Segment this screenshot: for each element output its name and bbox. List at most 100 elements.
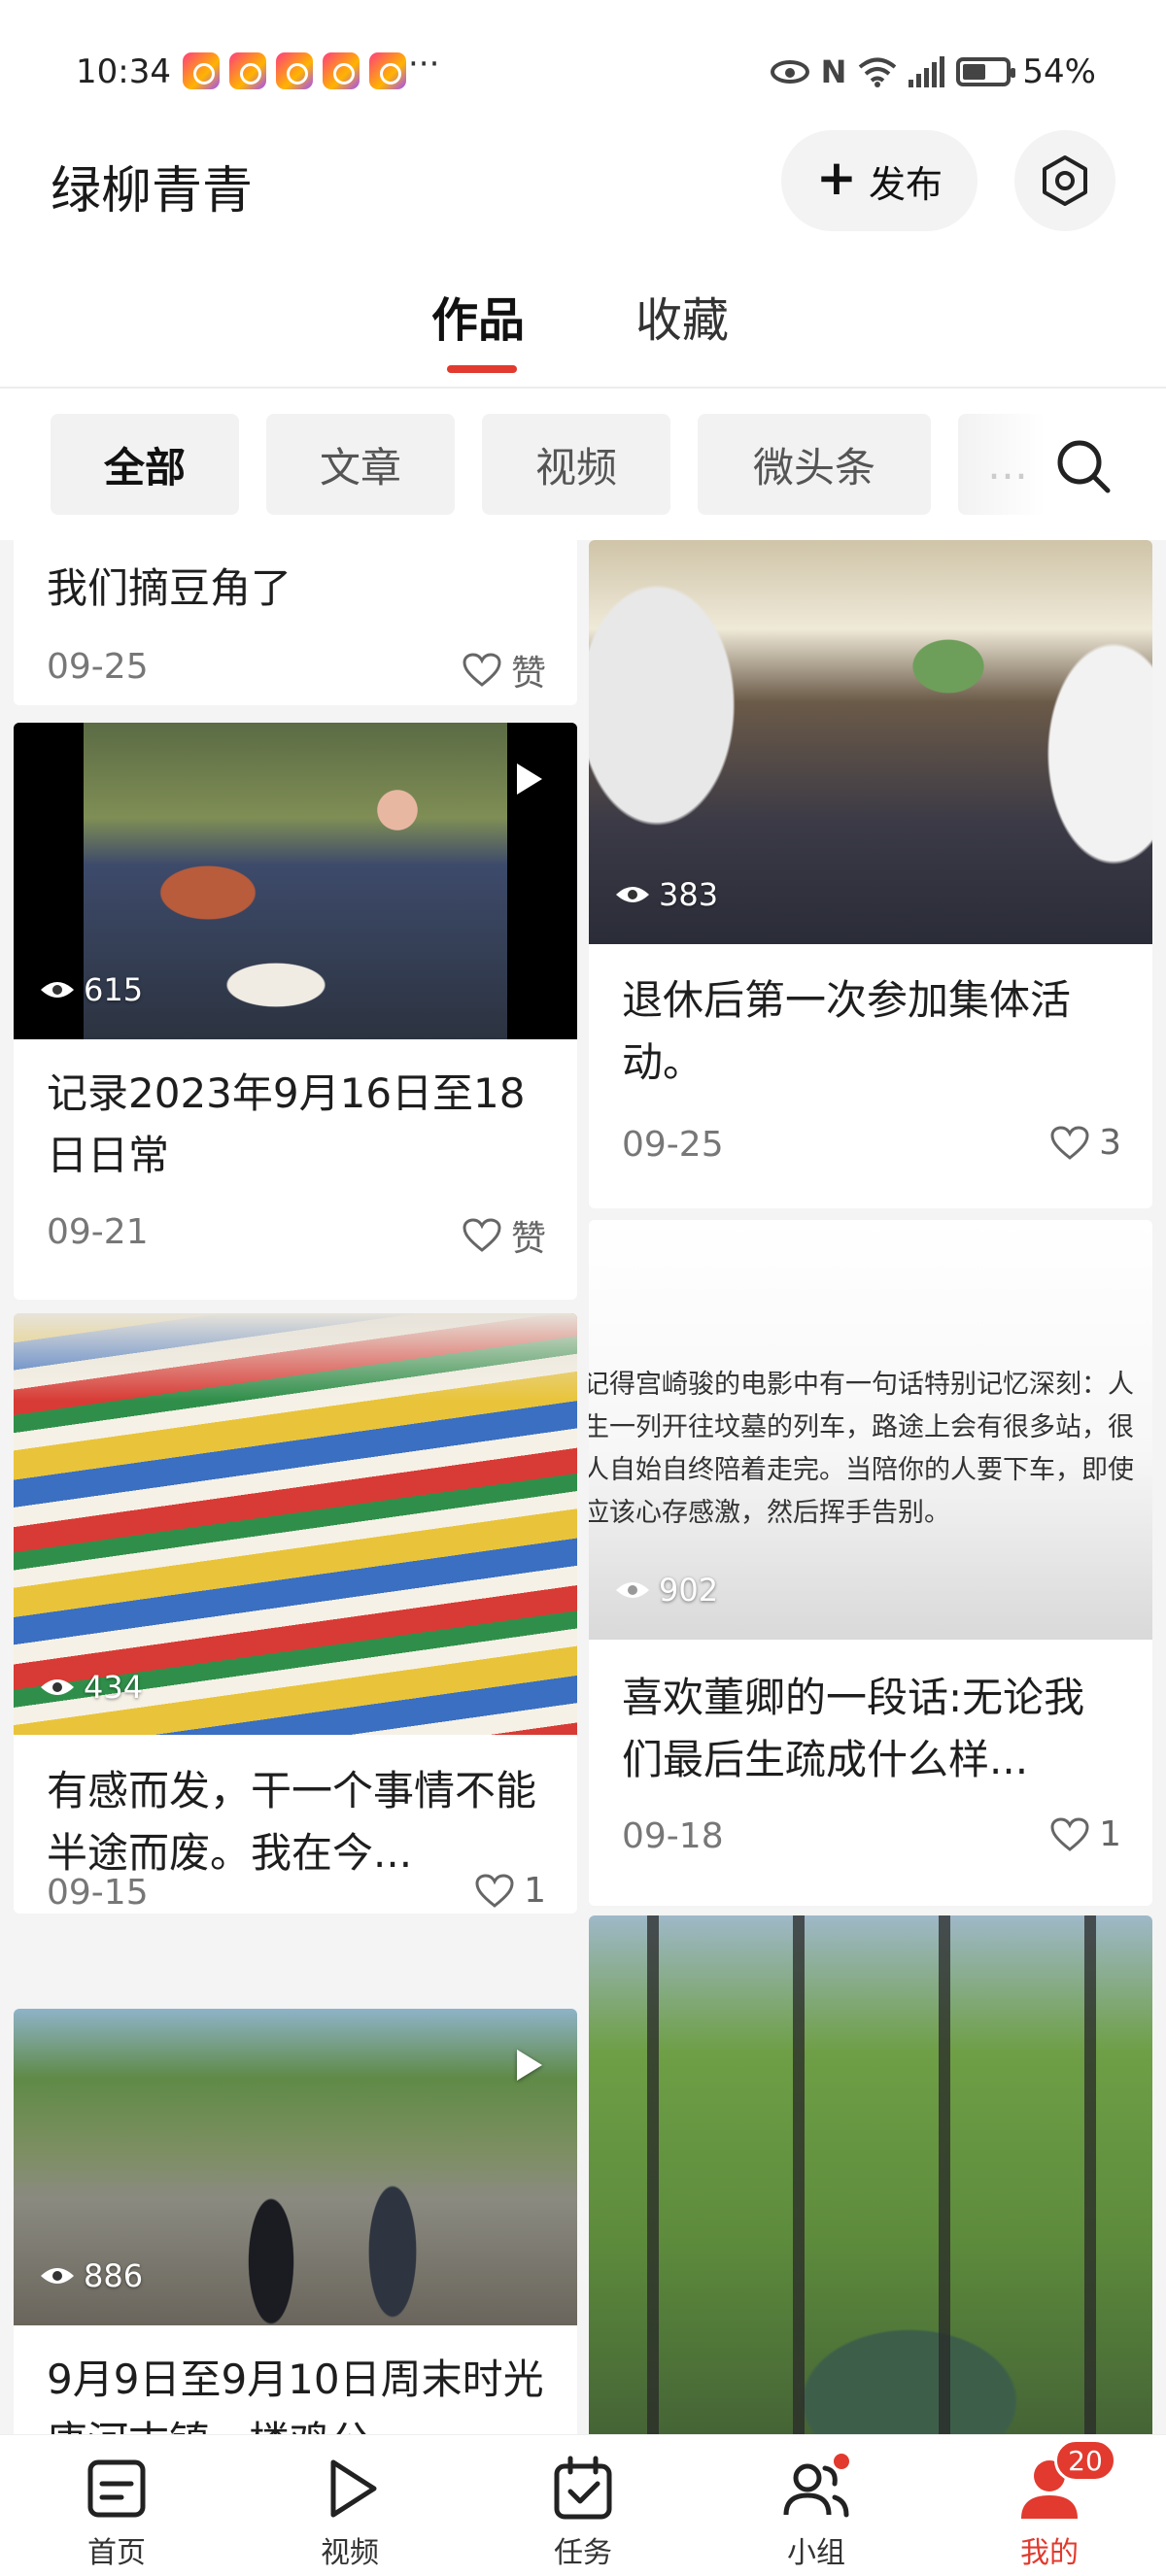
- eye-comfort-icon: [770, 60, 809, 84]
- like-count: 赞: [510, 1219, 546, 1259]
- more-notifications-icon: ···: [408, 45, 440, 84]
- publish-button[interactable]: + 发布: [781, 130, 977, 231]
- group-icon-wrap: [782, 2451, 852, 2523]
- battery-icon: [956, 57, 1016, 86]
- eye-icon: [41, 982, 74, 998]
- eye-icon: [41, 1679, 74, 1695]
- video-play-icon: [517, 2050, 542, 2081]
- username: 绿柳青青: [51, 162, 254, 220]
- bottom-navigation: 首页 视频 任务 小组 20 我的: [0, 2434, 1166, 2576]
- tab-works[interactable]: 作品: [431, 282, 525, 350]
- heart-icon: [1050, 1816, 1089, 1851]
- app-icon: [183, 52, 220, 89]
- like-count: 1: [1099, 1814, 1121, 1854]
- feed-card[interactable]: 我们摘豆角了 09-25 赞: [14, 540, 577, 705]
- feed-card[interactable]: 记得宫崎骏的电影中有一句话特别记忆深刻：人 生一列开往坟墓的列车，路途上会有很多…: [589, 1220, 1152, 1906]
- status-bar: 10:34 ··· N 54%: [0, 0, 1166, 146]
- nav-label: 视频: [321, 2536, 379, 2570]
- card-thumbnail: 383: [589, 540, 1152, 944]
- person-icon-wrap: 20: [1015, 2439, 1116, 2523]
- feed-card[interactable]: 615 记录2023年9月16日至18日日常 09-21 赞: [14, 723, 577, 1300]
- like-button[interactable]: 3: [1050, 1123, 1121, 1163]
- like-button[interactable]: 1: [475, 1871, 546, 1911]
- eye-icon: [616, 1582, 649, 1598]
- card-date: 09-25: [47, 647, 149, 687]
- app-icon: [369, 52, 406, 89]
- search-icon[interactable]: [1049, 432, 1117, 500]
- battery-percent: 54%: [1022, 52, 1096, 91]
- calendar-check-icon: [554, 2456, 612, 2520]
- feed-card[interactable]: 434 有感而发，干一个事情不能半途而废。我在今... 09-15 1: [14, 1313, 577, 1914]
- nav-label: 任务: [554, 2536, 612, 2570]
- image-text: 记得宫崎骏的电影中有一句话特别记忆深刻：人 生一列开往坟墓的列车，路途上会有很多…: [589, 1370, 1134, 1528]
- feed-card[interactable]: 383 退休后第一次参加集体活动。 09-25 3: [589, 540, 1152, 1208]
- card-title: 喜欢董卿的一段话:无论我们最后生疏成什么样...: [622, 1674, 1085, 1783]
- card-title: 我们摘豆角了: [47, 564, 292, 612]
- heart-icon: [1050, 1125, 1089, 1160]
- filter-more[interactable]: …: [958, 414, 1046, 515]
- card-date: 09-25: [622, 1125, 724, 1165]
- card-date: 09-18: [622, 1816, 724, 1856]
- view-count: 434: [39, 1669, 143, 1706]
- plus-icon: +: [816, 150, 857, 206]
- like-button[interactable]: 赞: [463, 1210, 546, 1261]
- settings-button[interactable]: [1014, 130, 1115, 231]
- publish-label: 发布: [868, 162, 943, 206]
- card-title: 退休后第一次参加集体活动。: [622, 976, 1072, 1086]
- feed-card[interactable]: 886 9月9日至9月10日周末时光 唐河古镇 · 楼鸡公: [14, 2009, 577, 2434]
- notification-icons: [183, 52, 406, 89]
- nav-label: 首页: [87, 2536, 146, 2570]
- profile-header: 绿柳青青 + 发布 作品 收藏: [0, 130, 1166, 389]
- wifi-icon: [859, 57, 897, 87]
- eye-icon: [616, 887, 649, 902]
- view-count: 615: [39, 971, 143, 1008]
- card-thumbnail: 615: [14, 723, 577, 1039]
- card-title: 9月9日至9月10日周末时光 唐河古镇 · 楼鸡公: [47, 2356, 544, 2434]
- nav-label: 小组: [787, 2536, 845, 2570]
- filter-bar: 全部 文章 视频 微头条 …: [0, 389, 1166, 540]
- status-time: 10:34: [76, 52, 171, 91]
- filter-articles[interactable]: 文章: [266, 414, 455, 515]
- content-tabs: 作品 收藏: [0, 282, 1166, 379]
- filter-videos[interactable]: 视频: [482, 414, 670, 515]
- card-date: 09-15: [47, 1873, 149, 1913]
- card-title: 记录2023年9月16日至18日日常: [47, 1069, 526, 1179]
- view-count: 886: [39, 2257, 143, 2294]
- like-button[interactable]: 赞: [463, 645, 546, 695]
- view-count: 902: [614, 1572, 718, 1609]
- feed-card[interactable]: [589, 1915, 1152, 2434]
- filter-micro-posts[interactable]: 微头条: [698, 414, 931, 515]
- like-button[interactable]: 1: [1050, 1814, 1121, 1854]
- like-count: 赞: [510, 654, 546, 694]
- play-icon: [330, 2459, 377, 2518]
- view-count: 383: [614, 876, 718, 913]
- nav-video[interactable]: 视频: [272, 2435, 428, 2576]
- video-play-icon: [517, 763, 542, 795]
- tab-favorites[interactable]: 收藏: [635, 282, 729, 350]
- home-icon: [87, 2459, 146, 2518]
- card-thumbnail: [589, 1915, 1152, 2434]
- card-thumbnail: 886: [14, 2009, 577, 2325]
- nav-home[interactable]: 首页: [39, 2435, 194, 2576]
- nav-tasks[interactable]: 任务: [505, 2435, 661, 2576]
- active-tab-indicator: [447, 365, 517, 373]
- notification-badge: 20: [1054, 2439, 1116, 2482]
- nav-label: 我的: [1020, 2536, 1079, 2570]
- nav-me[interactable]: 20 我的: [972, 2435, 1127, 2576]
- like-count: 3: [1099, 1123, 1121, 1163]
- content-feed: 我们摘豆角了 09-25 赞 615 记录2023年9月16日至18日日常 09…: [0, 540, 1166, 2434]
- heart-icon: [475, 1873, 514, 1908]
- card-thumbnail: 434: [14, 1313, 577, 1735]
- status-indicators: N 54%: [770, 52, 1096, 91]
- heart-icon: [463, 653, 501, 687]
- app-icon: [276, 52, 313, 89]
- notification-dot: [831, 2451, 852, 2472]
- nav-groups[interactable]: 小组: [738, 2435, 894, 2576]
- signal-icon: [909, 56, 945, 87]
- app-icon: [323, 52, 360, 89]
- app-icon: [229, 52, 266, 89]
- eye-icon: [41, 2268, 74, 2284]
- filter-all[interactable]: 全部: [51, 414, 239, 515]
- heart-icon: [463, 1218, 501, 1252]
- nfc-icon: N: [820, 53, 847, 90]
